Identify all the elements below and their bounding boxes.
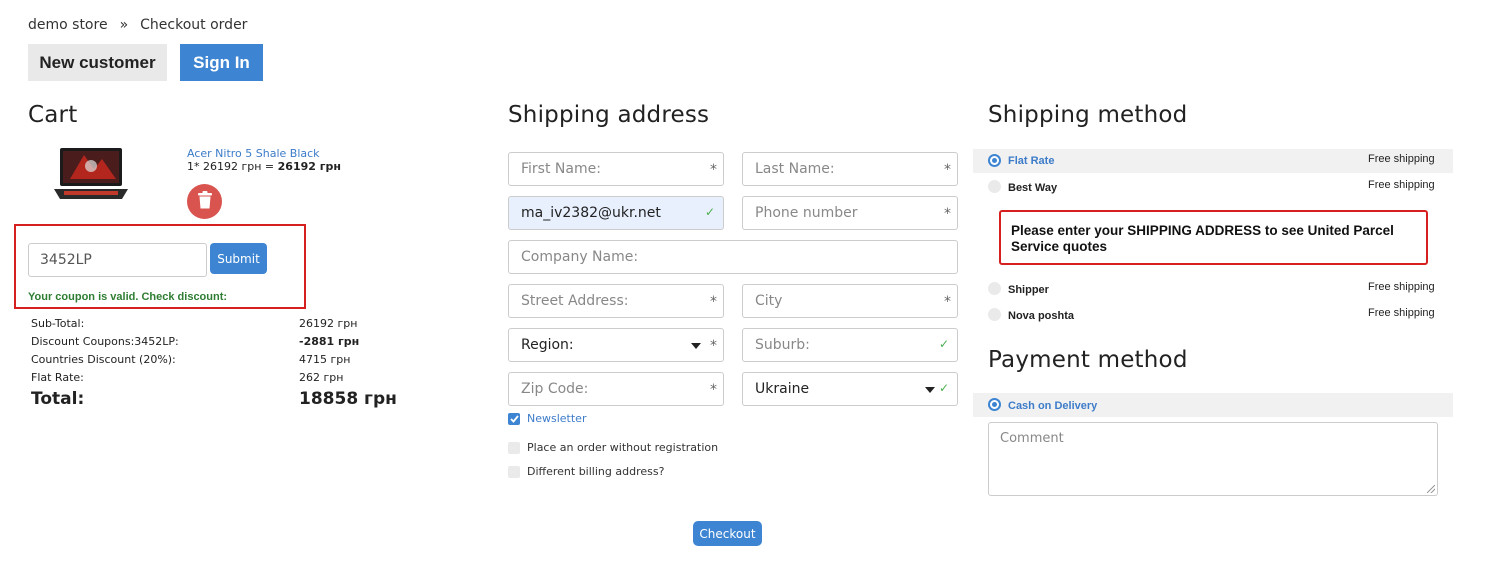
valid-check-icon: ✓: [938, 381, 949, 395]
no-registration-label: Place an order without registration: [527, 441, 719, 454]
new-customer-button[interactable]: New customer: [28, 44, 167, 81]
first-name-field[interactable]: First Name: *: [508, 152, 724, 186]
suburb-field[interactable]: Suburb: ✓: [742, 328, 958, 362]
remove-product-button[interactable]: [187, 184, 222, 219]
breadcrumb-separator: »: [119, 17, 129, 33]
grand-total-label: Total:: [31, 389, 85, 409]
payment-method-title: Payment method: [988, 347, 1188, 373]
shipper-radio[interactable]: [988, 282, 1001, 295]
zip-code-field[interactable]: Zip Code: *: [508, 372, 724, 406]
chevron-down-icon: [925, 387, 935, 393]
payment-option-cash-on-delivery[interactable]: Cash on Delivery: [973, 393, 1453, 417]
breadcrumb: demo store » Checkout order: [28, 17, 247, 33]
region-select[interactable]: Region: *: [508, 328, 724, 362]
valid-check-icon: ✓: [704, 205, 715, 219]
city-placeholder: City: [755, 293, 783, 309]
newsletter-label: Newsletter: [527, 412, 587, 425]
email-value: ma_iv2382@ukr.net: [521, 205, 661, 221]
countries-discount-value: 4715 грн: [299, 353, 351, 366]
valid-check-icon: ✓: [938, 337, 949, 351]
comment-placeholder: Comment: [1000, 431, 1064, 446]
shipping-option-flat-rate[interactable]: Flat Rate Free shipping: [973, 149, 1453, 173]
product-name-link[interactable]: Acer Nitro 5 Shale Black: [187, 147, 320, 160]
countries-discount-label: Countries Discount (20%):: [31, 353, 176, 366]
shipping-method-title: Shipping method: [988, 102, 1188, 128]
shipping-address-title: Shipping address: [508, 102, 710, 128]
phone-field[interactable]: Phone number *: [742, 196, 958, 230]
subtotal-label: Sub-Total:: [31, 317, 85, 330]
company-field[interactable]: Company Name:: [508, 240, 958, 274]
first-name-placeholder: First Name:: [521, 161, 601, 177]
shipping-option-name: Nova poshta: [1008, 310, 1075, 322]
coupon-submit-button[interactable]: Submit: [210, 243, 267, 274]
required-mark: *: [944, 294, 951, 310]
required-mark: *: [710, 382, 717, 398]
product-image[interactable]: [50, 145, 132, 205]
billing-address-checkbox[interactable]: [508, 465, 520, 478]
coupon-valid-message: Your coupon is valid. Check discount:: [28, 291, 228, 303]
comment-textarea[interactable]: Comment: [988, 422, 1438, 496]
coupon-input[interactable]: [28, 243, 207, 277]
last-name-field[interactable]: Last Name: *: [742, 152, 958, 186]
required-mark: *: [710, 162, 717, 178]
flat-rate-radio[interactable]: [988, 154, 1001, 167]
newsletter-checkbox[interactable]: [508, 412, 520, 425]
shipping-option-price: Free shipping: [1368, 179, 1435, 191]
billing-address-option[interactable]: Different billing address?: [508, 465, 664, 478]
no-registration-option[interactable]: Place an order without registration: [508, 441, 718, 454]
email-field[interactable]: ma_iv2382@ukr.net ✓: [508, 196, 724, 230]
best-way-radio[interactable]: [988, 180, 1001, 193]
subtotal-value: 26192 грн: [299, 317, 358, 330]
sign-in-button[interactable]: Sign In: [180, 44, 263, 81]
company-placeholder: Company Name:: [521, 249, 639, 265]
ups-notice-box: Please enter your SHIPPING ADDRESS to se…: [999, 210, 1428, 265]
required-mark: *: [944, 206, 951, 222]
breadcrumb-store-link[interactable]: demo store: [28, 17, 108, 33]
flat-rate-value: 262 грн: [299, 371, 344, 384]
billing-address-label: Different billing address?: [527, 465, 665, 478]
product-price: 1* 26192 грн = 26192 грн: [187, 160, 341, 173]
shipping-option-name: Flat Rate: [1008, 155, 1055, 167]
checkmark-icon: [509, 414, 519, 423]
required-mark: *: [710, 294, 717, 310]
last-name-placeholder: Last Name:: [755, 161, 835, 177]
region-value: Region:: [521, 337, 574, 353]
shipping-option-best-way[interactable]: Best Way Free shipping: [973, 175, 1453, 199]
country-value: Ukraine: [755, 381, 810, 397]
nova-poshta-radio[interactable]: [988, 308, 1001, 321]
shipping-option-nova-poshta[interactable]: Nova poshta Free shipping: [973, 303, 1453, 327]
product-qty-price: 1* 26192 грн =: [187, 160, 278, 173]
flat-rate-label: Flat Rate:: [31, 371, 84, 384]
grand-total-value: 18858 грн: [299, 389, 397, 409]
shipping-option-name: Shipper: [1008, 284, 1049, 296]
suburb-placeholder: Suburb:: [755, 337, 810, 353]
chevron-down-icon: [691, 343, 701, 349]
checkout-button[interactable]: Checkout: [693, 521, 762, 546]
street-address-field[interactable]: Street Address: *: [508, 284, 724, 318]
required-mark: *: [944, 162, 951, 178]
phone-placeholder: Phone number: [755, 205, 858, 221]
shipping-option-price: Free shipping: [1368, 153, 1435, 165]
required-mark: *: [710, 338, 717, 354]
no-registration-checkbox[interactable]: [508, 441, 520, 454]
payment-option-name: Cash on Delivery: [1008, 400, 1098, 412]
discount-coupon-value: -2881 грн: [299, 335, 360, 348]
trash-icon: [197, 190, 213, 213]
breadcrumb-current: Checkout order: [140, 17, 248, 33]
shipping-option-name: Best Way: [1008, 182, 1058, 194]
shipping-option-price: Free shipping: [1368, 307, 1435, 319]
city-field[interactable]: City *: [742, 284, 958, 318]
cart-title: Cart: [28, 102, 78, 128]
zip-placeholder: Zip Code:: [521, 381, 589, 397]
discount-coupon-label: Discount Coupons:3452LP:: [31, 335, 179, 348]
shipping-option-price: Free shipping: [1368, 281, 1435, 293]
country-select[interactable]: Ukraine ✓: [742, 372, 958, 406]
shipping-option-shipper[interactable]: Shipper Free shipping: [973, 277, 1453, 301]
resize-handle-icon[interactable]: [1427, 485, 1435, 493]
product-line-total: 26192 грн: [277, 160, 341, 173]
street-placeholder: Street Address:: [521, 293, 629, 309]
cash-on-delivery-radio[interactable]: [988, 398, 1001, 411]
newsletter-option[interactable]: Newsletter: [508, 412, 586, 425]
